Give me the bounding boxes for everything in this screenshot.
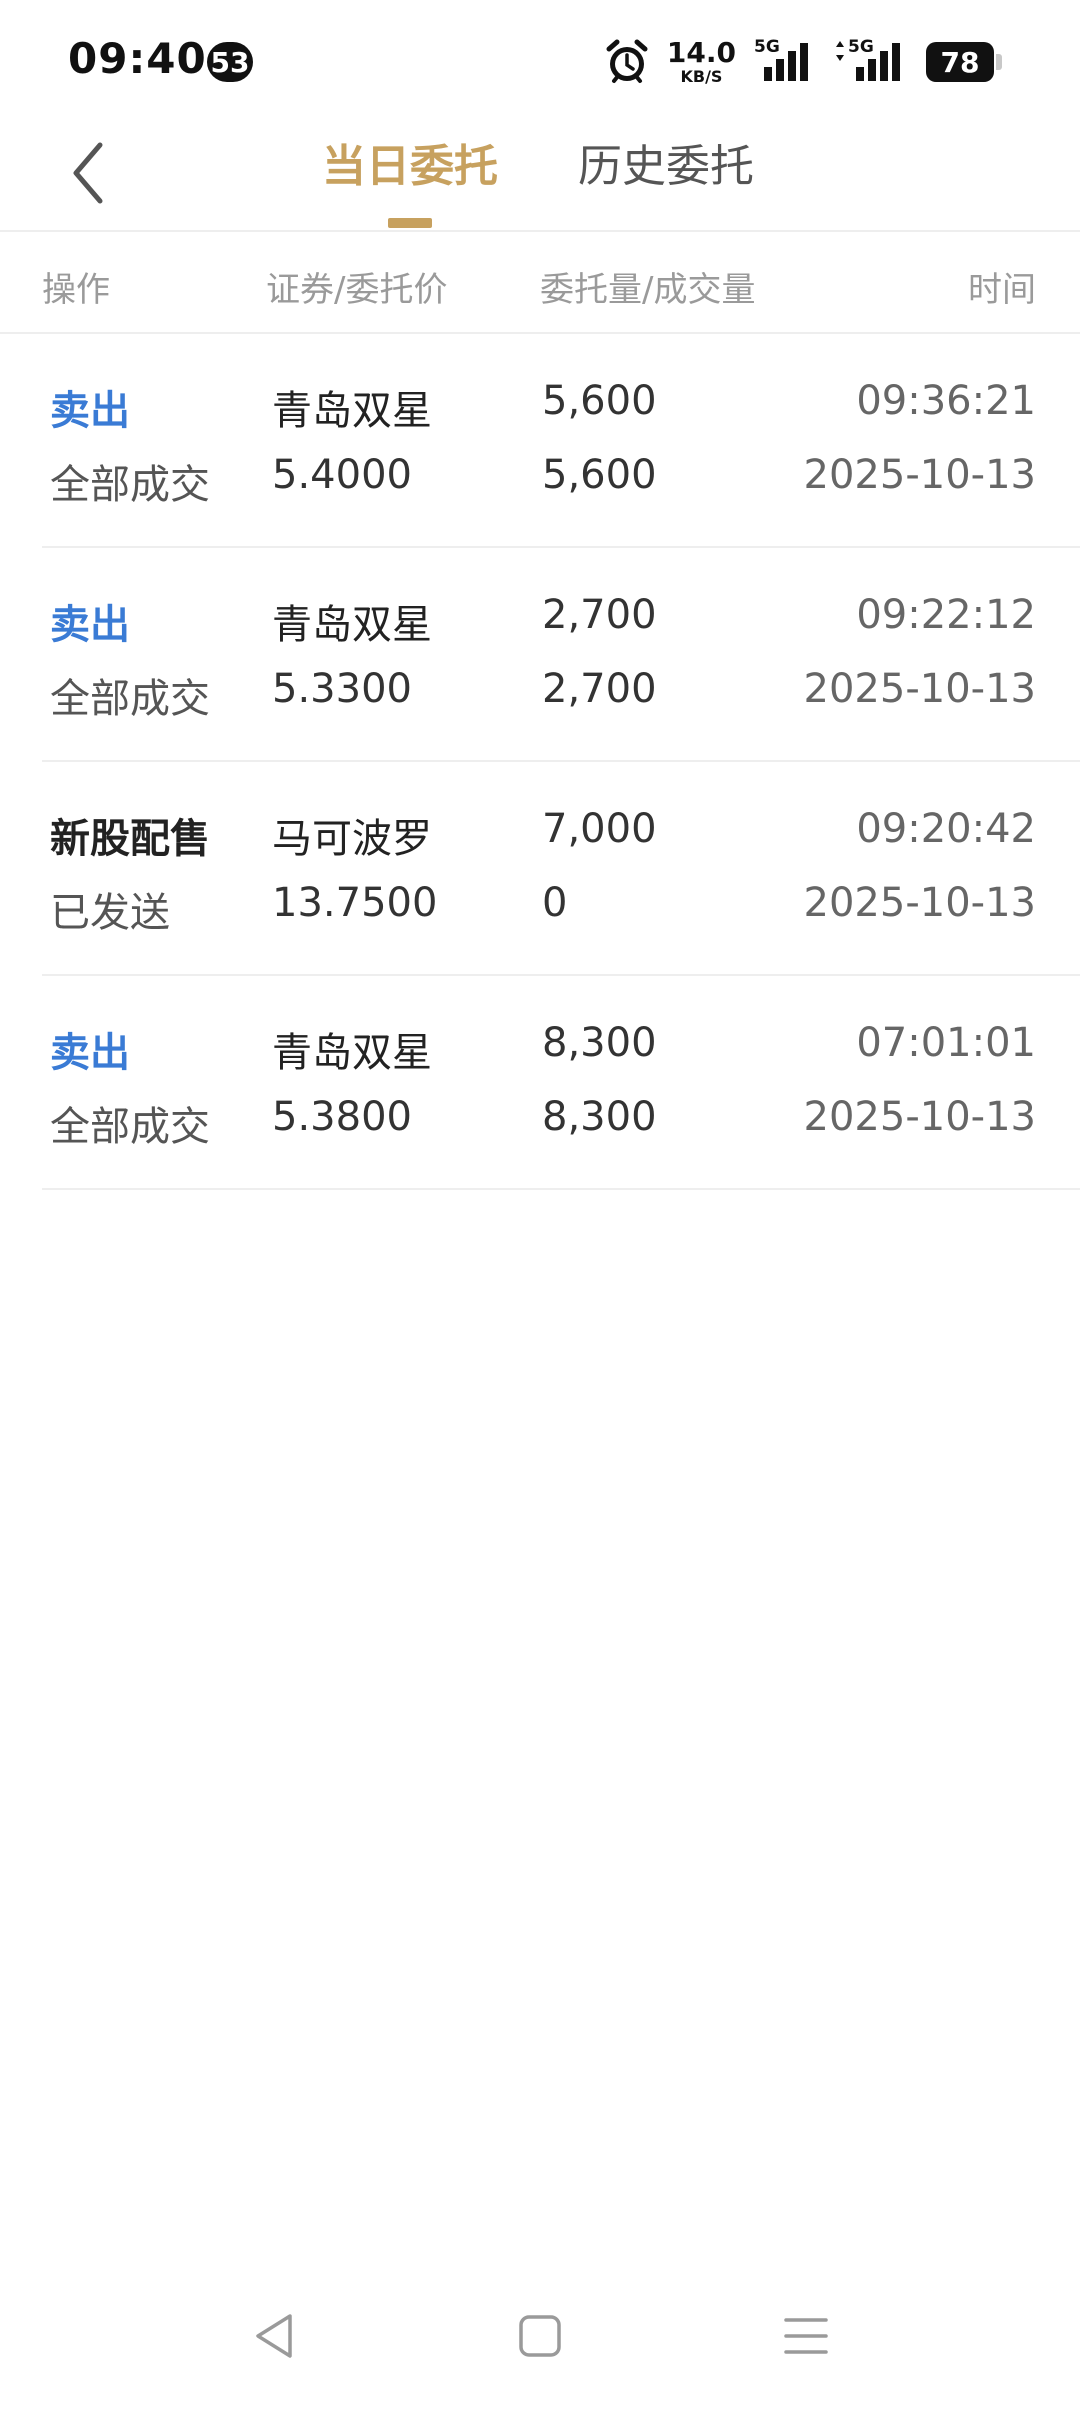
- order-price: 5.3300: [272, 666, 412, 712]
- network-speed-unit: KB/S: [680, 67, 723, 86]
- order-row[interactable]: 卖出 全部成交 青岛双星 5.3800 8,300 8,300 07:01:01…: [0, 976, 1080, 1190]
- nav-home-button[interactable]: [500, 2296, 580, 2376]
- triangle-back-icon: [256, 2314, 292, 2358]
- active-tab-indicator: [388, 218, 432, 228]
- order-security: 青岛双星: [272, 1030, 432, 1076]
- order-status: 已发送: [50, 890, 170, 936]
- order-date: 2025-10-13: [803, 452, 1036, 498]
- menu-lines-icon: [784, 2318, 828, 2354]
- chevron-left-icon: [73, 142, 103, 204]
- order-price: 5.4000: [272, 452, 412, 498]
- order-time: 07:01:01: [856, 1020, 1036, 1066]
- notification-count-badge: 53: [207, 42, 253, 82]
- order-date: 2025-10-13: [803, 880, 1036, 926]
- order-status: 全部成交: [50, 676, 210, 722]
- order-quantity: 8,300: [542, 1020, 657, 1066]
- order-status: 全部成交: [50, 462, 210, 508]
- order-status: 全部成交: [50, 1104, 210, 1150]
- nav-back-button[interactable]: [234, 2296, 314, 2376]
- order-operation: 卖出: [50, 602, 130, 648]
- status-bar: 09:40 53 14.0 KB/S 5G 5G 78: [0, 0, 1080, 120]
- order-time: 09:20:42: [856, 806, 1036, 852]
- back-button[interactable]: [58, 128, 118, 218]
- order-operation: 新股配售: [50, 816, 210, 862]
- battery-level: 78: [926, 42, 994, 82]
- order-row[interactable]: 卖出 全部成交 青岛双星 5.3300 2,700 2,700 09:22:12…: [0, 548, 1080, 762]
- order-operation: 卖出: [50, 1030, 130, 1076]
- order-row[interactable]: 新股配售 已发送 马可波罗 13.7500 7,000 0 09:20:42 2…: [0, 762, 1080, 976]
- system-nav-bar: [0, 2272, 1080, 2412]
- signal-2-icon: 5G: [834, 37, 908, 85]
- column-header-time: 时间: [968, 270, 1036, 310]
- order-quantity: 2,700: [542, 592, 657, 638]
- order-price: 5.3800: [272, 1094, 412, 1140]
- square-home-icon: [519, 2315, 561, 2357]
- order-price: 13.7500: [272, 880, 438, 926]
- order-time: 09:22:12: [856, 592, 1036, 638]
- table-header: 操作 证券/委托价 委托量/成交量 时间: [0, 232, 1080, 334]
- filled-quantity: 8,300: [542, 1094, 657, 1140]
- order-security: 青岛双星: [272, 602, 432, 648]
- network-speed-value: 14.0: [666, 36, 736, 69]
- order-row[interactable]: 卖出 全部成交 青岛双星 5.4000 5,600 5,600 09:36:21…: [0, 334, 1080, 548]
- tab-history-orders[interactable]: 历史委托: [578, 134, 754, 200]
- order-quantity: 7,000: [542, 806, 657, 852]
- order-security: 青岛双星: [272, 388, 432, 434]
- filled-quantity: 2,700: [542, 666, 657, 712]
- data-arrows-icon: [836, 41, 844, 61]
- orders-list: 卖出 全部成交 青岛双星 5.4000 5,600 5,600 09:36:21…: [0, 334, 1080, 1190]
- order-security: 马可波罗: [272, 816, 432, 862]
- filled-quantity: 5,600: [542, 452, 657, 498]
- filled-quantity: 0: [542, 880, 568, 926]
- order-quantity: 5,600: [542, 378, 657, 424]
- header: 当日委托 历史委托: [0, 120, 1080, 232]
- status-icons: 14.0 KB/S 5G 5G 78: [605, 34, 1004, 90]
- column-header-operation: 操作: [42, 270, 110, 310]
- order-date: 2025-10-13: [803, 1094, 1036, 1140]
- signal-1-icon: 5G: [754, 37, 816, 85]
- network-speed: 14.0 KB/S: [667, 39, 736, 85]
- battery-icon: 78: [926, 42, 1004, 82]
- order-operation: 卖出: [50, 388, 130, 434]
- order-date: 2025-10-13: [803, 666, 1036, 712]
- tab-today-orders[interactable]: 当日委托: [322, 134, 498, 200]
- status-time: 09:40: [68, 34, 207, 83]
- order-time: 09:36:21: [856, 378, 1036, 424]
- column-header-security-price: 证券/委托价: [266, 270, 448, 310]
- nav-menu-button[interactable]: [766, 2296, 846, 2376]
- column-header-quantity: 委托量/成交量: [540, 270, 756, 310]
- signal-1-label: 5G: [754, 37, 780, 57]
- alarm-icon: [605, 39, 649, 85]
- signal-2-label: 5G: [848, 37, 874, 57]
